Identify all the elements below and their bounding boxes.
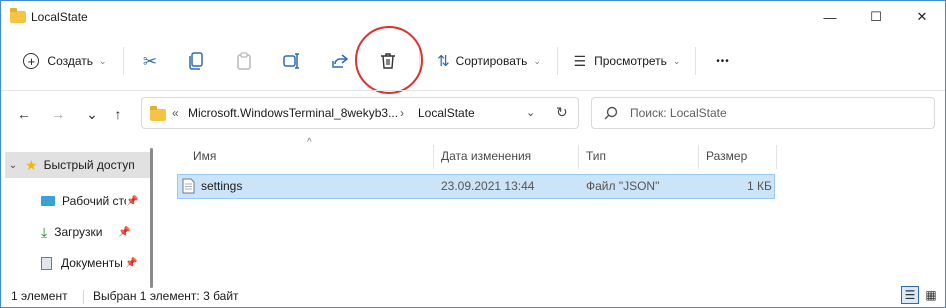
view-button[interactable]: ☰ Просмотреть ⌄ bbox=[567, 43, 687, 79]
address-bar[interactable]: « Microsoft.WindowsTerminal_8wekyb3... ›… bbox=[141, 97, 579, 129]
create-label: Создать bbox=[47, 54, 94, 68]
sidebar-item-label: Загрузки bbox=[54, 225, 103, 239]
share-button[interactable] bbox=[323, 43, 357, 79]
download-icon: ⤓ bbox=[41, 223, 48, 240]
column-header-name[interactable]: Имя bbox=[193, 149, 216, 163]
rename-icon bbox=[283, 53, 299, 69]
sort-indicator-icon: ^ bbox=[307, 137, 312, 148]
column-header-type[interactable]: Тип bbox=[586, 149, 606, 163]
title-bar: LocalState — ☐ ✕ bbox=[1, 1, 945, 33]
sidebar-item-label: Рабочий стол bbox=[62, 194, 126, 208]
sidebar-item-quick-access[interactable]: ⌄ ★ Быстрый доступ bbox=[5, 152, 150, 178]
paste-icon bbox=[237, 52, 251, 70]
more-button[interactable]: ••• bbox=[705, 43, 741, 79]
paste-button[interactable] bbox=[227, 43, 261, 79]
search-input[interactable]: Поиск: LocalState bbox=[630, 106, 727, 120]
explorer-window: LocalState — ☐ ✕ + Создать ⌄ ✂ ⇅ Сортиро… bbox=[0, 0, 946, 308]
column-divider[interactable] bbox=[578, 145, 579, 169]
desktop-icon bbox=[41, 196, 55, 206]
search-box[interactable]: Поиск: LocalState bbox=[591, 97, 935, 129]
toolbar-divider-line bbox=[1, 90, 945, 91]
column-header-size[interactable]: Размер bbox=[706, 149, 747, 163]
plus-circle-icon: + bbox=[23, 53, 40, 69]
sidebar-item-documents[interactable]: Документы 📌 bbox=[41, 250, 141, 276]
sort-button[interactable]: ⇅ Сортировать ⌄ bbox=[429, 43, 549, 79]
toolbar-divider bbox=[695, 47, 696, 75]
cut-button[interactable]: ✂ bbox=[133, 43, 167, 79]
column-header-date[interactable]: Дата изменения bbox=[441, 149, 531, 163]
sidebar-item-desktop[interactable]: Рабочий стол 📌 bbox=[41, 188, 141, 214]
share-icon bbox=[332, 54, 349, 68]
column-divider[interactable] bbox=[433, 145, 434, 169]
file-icon bbox=[182, 178, 195, 194]
item-count: 1 элемент bbox=[11, 289, 68, 303]
minimize-button[interactable]: — bbox=[807, 1, 853, 33]
tiles-view-icon[interactable]: ▦ bbox=[922, 286, 940, 304]
chevron-down-icon[interactable]: ⌄ bbox=[81, 103, 103, 125]
rename-button[interactable] bbox=[275, 43, 309, 79]
status-divider bbox=[83, 290, 84, 304]
sidebar-item-label: Документы bbox=[61, 256, 123, 270]
up-button[interactable]: ↑ bbox=[107, 103, 129, 125]
pin-icon: 📌 bbox=[118, 226, 131, 238]
address-overflow[interactable]: « bbox=[172, 106, 179, 120]
selection-info: Выбран 1 элемент: 3 байт bbox=[93, 289, 239, 303]
star-icon: ★ bbox=[25, 156, 38, 173]
chevron-down-icon: ⌄ bbox=[672, 55, 681, 66]
documents-icon bbox=[41, 256, 52, 270]
pin-icon: 📌 bbox=[126, 195, 139, 207]
breadcrumb-segment[interactable]: Microsoft.WindowsTerminal_8wekyb3... bbox=[188, 106, 398, 120]
file-type: Файл "JSON" bbox=[586, 179, 660, 193]
file-size: 1 КБ bbox=[747, 179, 772, 193]
toolbar-divider bbox=[557, 47, 558, 75]
command-bar: + Создать ⌄ ✂ ⇅ Сортировать ⌄ ☰ Просмотр… bbox=[1, 39, 945, 83]
copy-icon bbox=[189, 52, 203, 70]
navigation-pane: ⌄ ★ Быстрый доступ Рабочий стол 📌 ⤓ Загр… bbox=[1, 146, 161, 286]
search-icon bbox=[604, 106, 618, 120]
toolbar-divider bbox=[123, 47, 124, 75]
sidebar-item-label: Быстрый доступ bbox=[43, 158, 135, 172]
sort-icon: ⇅ bbox=[437, 53, 450, 70]
sort-label: Сортировать bbox=[455, 54, 528, 68]
folder-icon bbox=[10, 8, 26, 23]
chevron-down-icon: ⌄ bbox=[533, 55, 541, 66]
copy-button[interactable] bbox=[179, 43, 213, 79]
breadcrumb-segment[interactable]: LocalState bbox=[418, 106, 475, 120]
close-button[interactable]: ✕ bbox=[899, 1, 945, 33]
column-divider[interactable] bbox=[698, 145, 699, 169]
status-bar: 1 элемент Выбран 1 элемент: 3 байт bbox=[1, 285, 945, 307]
chevron-down-icon: ⌄ bbox=[99, 55, 107, 66]
back-button[interactable]: ← bbox=[13, 103, 35, 125]
breadcrumb-separator: › bbox=[400, 106, 404, 120]
maximize-button[interactable]: ☐ bbox=[853, 1, 899, 33]
forward-button[interactable]: → bbox=[47, 103, 69, 125]
chevron-down-icon[interactable]: ⌄ bbox=[5, 160, 21, 171]
details-view-icon[interactable]: ☰ bbox=[901, 286, 919, 304]
navigation-scrollbar[interactable] bbox=[150, 148, 153, 288]
address-dropdown-icon[interactable]: ⌄ bbox=[526, 106, 535, 119]
window-title: LocalState bbox=[31, 10, 88, 24]
view-icon: ☰ bbox=[573, 52, 587, 69]
file-name[interactable]: settings bbox=[201, 179, 242, 193]
refresh-icon[interactable]: ↻ bbox=[556, 104, 568, 121]
pin-icon: 📌 bbox=[125, 257, 138, 269]
column-divider[interactable] bbox=[776, 145, 777, 169]
file-date: 23.09.2021 13:44 bbox=[441, 179, 535, 193]
cut-icon: ✂ bbox=[142, 51, 158, 71]
highlight-circle bbox=[355, 26, 423, 94]
folder-icon bbox=[150, 106, 166, 121]
sidebar-item-downloads[interactable]: ⤓ Загрузки 📌 bbox=[41, 219, 141, 245]
view-label: Просмотреть bbox=[594, 54, 667, 68]
create-button[interactable]: + Создать ⌄ bbox=[15, 43, 115, 79]
